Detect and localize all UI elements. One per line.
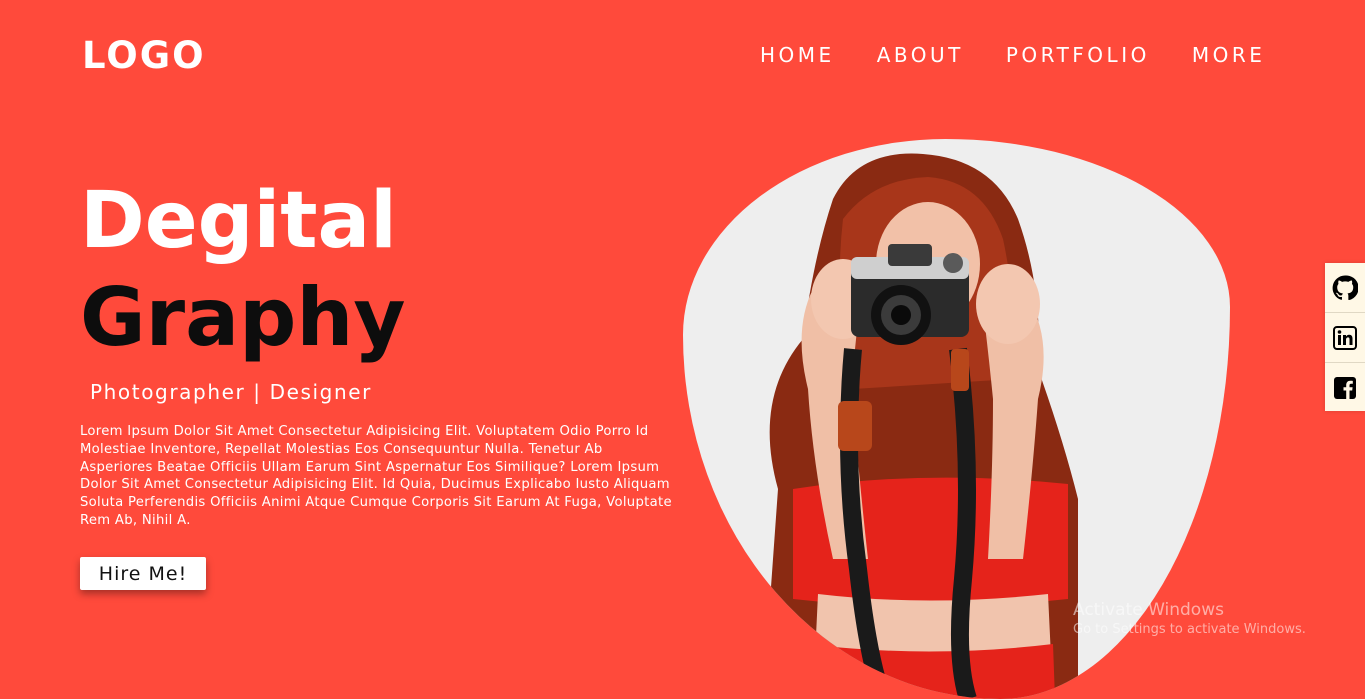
linkedin-icon: [1333, 325, 1357, 350]
facebook-icon: [1334, 376, 1356, 399]
watermark-subtitle: Go to Settings to activate Windows.: [1073, 622, 1306, 637]
logo[interactable]: LOGO: [82, 34, 206, 77]
hero-description: Lorem Ipsum Dolor Sit Amet Consectetur A…: [80, 424, 672, 528]
main-nav: HOME ABOUT PORTFOLIO MORE: [760, 43, 1265, 67]
github-link[interactable]: [1325, 263, 1365, 313]
windows-activation-watermark: Activate Windows Go to Settings to activ…: [1073, 600, 1306, 637]
hero-title-line2: Graphy: [80, 271, 406, 364]
hire-me-button[interactable]: Hire Me!: [80, 557, 206, 590]
hero-subtitle: Photographer | Designer: [90, 380, 372, 404]
nav-portfolio[interactable]: PORTFOLIO: [1006, 43, 1150, 67]
nav-about[interactable]: ABOUT: [877, 43, 964, 67]
github-icon: [1332, 275, 1358, 300]
watermark-title: Activate Windows: [1073, 600, 1224, 620]
hero-title-line1: Degital: [80, 176, 397, 266]
nav-more[interactable]: MORE: [1192, 43, 1266, 67]
social-sidebar: [1325, 263, 1365, 411]
linkedin-link[interactable]: [1325, 313, 1365, 363]
nav-home[interactable]: HOME: [760, 43, 835, 67]
facebook-link[interactable]: [1325, 363, 1365, 412]
